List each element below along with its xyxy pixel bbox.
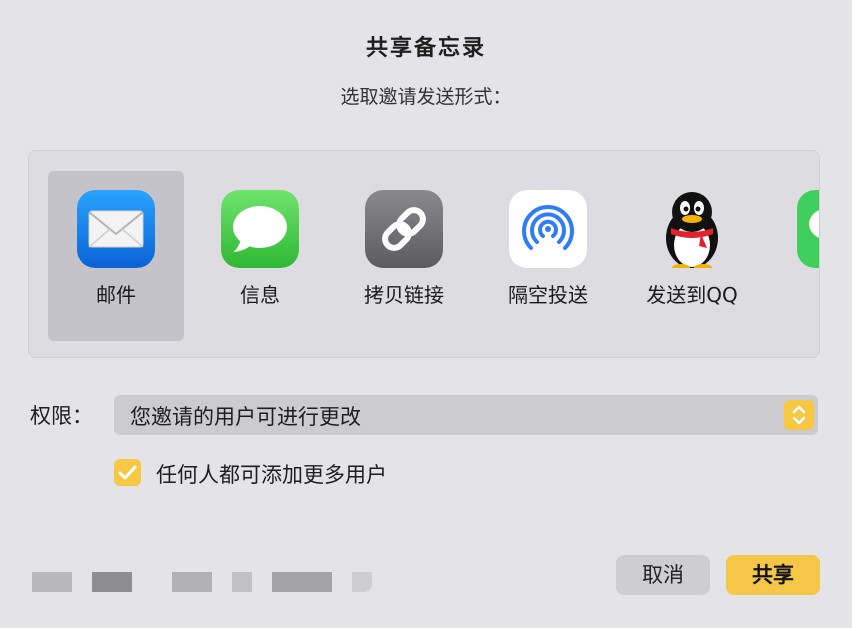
chevron-up-down-icon bbox=[784, 400, 814, 430]
share-option-label: 发 bbox=[768, 279, 819, 308]
allow-add-users-checkbox[interactable] bbox=[114, 459, 141, 486]
cancel-button[interactable]: 取消 bbox=[616, 555, 710, 595]
share-option-label: 隔空投送 bbox=[508, 283, 588, 307]
dialog-subtitle: 选取邀请发送形式： bbox=[340, 86, 512, 108]
dialog-title: 共享备忘录 bbox=[365, 36, 486, 61]
share-option-airdrop[interactable]: 隔空投送 bbox=[480, 171, 616, 341]
share-option-label: 发送到QQ bbox=[646, 283, 738, 307]
airdrop-icon bbox=[509, 190, 587, 268]
share-option-wechat[interactable]: 发 微 bbox=[768, 171, 819, 341]
messages-icon bbox=[221, 190, 299, 268]
share-option-label: 拷贝链接 bbox=[364, 283, 444, 307]
allow-add-users-label: 任何人都可添加更多用户 bbox=[156, 463, 387, 487]
link-icon bbox=[365, 190, 443, 268]
share-option-label: 邮件 bbox=[96, 283, 136, 307]
wechat-icon bbox=[797, 190, 819, 268]
mail-icon bbox=[77, 190, 155, 268]
qq-penguin-icon bbox=[653, 190, 731, 268]
share-option-mail[interactable]: 邮件 bbox=[48, 171, 184, 341]
permissions-value: 您邀请的用户可进行更改 bbox=[130, 405, 361, 429]
share-option-label-line2: 微 bbox=[768, 305, 819, 334]
share-option-messages[interactable]: 信息 bbox=[192, 171, 328, 341]
permissions-label: 权限： bbox=[30, 404, 93, 428]
share-options-panel: 邮件 信息 拷贝链接 隔空投送 发送到QQ bbox=[28, 150, 820, 358]
share-button[interactable]: 共享 bbox=[726, 555, 820, 595]
permissions-select[interactable]: 您邀请的用户可进行更改 bbox=[114, 395, 818, 435]
share-option-qq[interactable]: 发送到QQ bbox=[624, 171, 760, 341]
share-option-label: 信息 bbox=[240, 283, 280, 307]
share-option-copy-link[interactable]: 拷贝链接 bbox=[336, 171, 472, 341]
checkmark-icon bbox=[118, 465, 137, 480]
